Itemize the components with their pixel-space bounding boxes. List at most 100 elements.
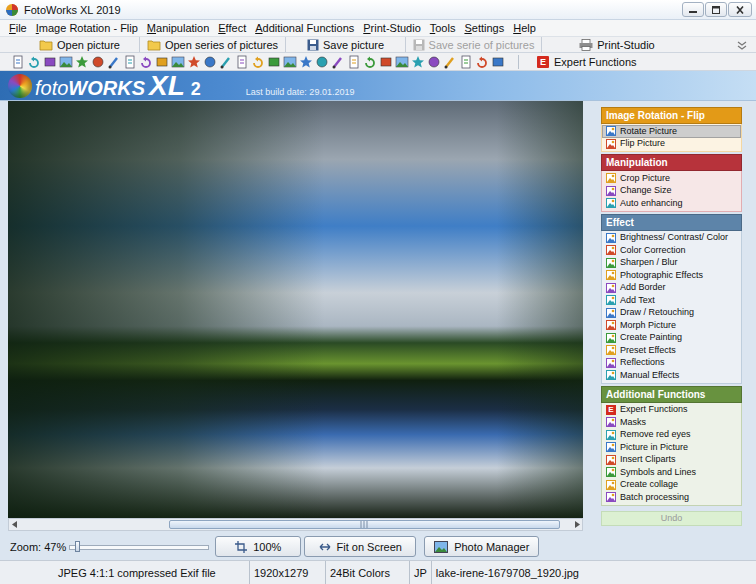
menu-item[interactable]: Effect (215, 21, 249, 35)
section-items: Crop PictureChange SizeAuto enhancing (601, 171, 742, 212)
expert-functions-button[interactable]: EExpert Functions (537, 56, 637, 68)
function-icon (606, 198, 616, 208)
tool-button[interactable] (170, 54, 186, 70)
panel-item[interactable]: Crop Picture (602, 172, 741, 185)
tool-button[interactable] (298, 54, 314, 70)
rect-tool-icon (43, 55, 57, 69)
panel-item[interactable]: Batch processing (602, 491, 741, 504)
view-button[interactable]: Fit on Screen (304, 536, 416, 557)
section-header[interactable]: Manipulation (601, 154, 742, 171)
close-button[interactable] (728, 2, 752, 17)
tool-button[interactable] (474, 54, 490, 70)
panel-item[interactable]: Photographic Effects (602, 269, 741, 282)
view-button[interactable]: 100% (215, 536, 301, 557)
zoom-thumb[interactable] (75, 541, 80, 552)
tool-button[interactable] (138, 54, 154, 70)
tool-button[interactable] (106, 54, 122, 70)
tool-button[interactable] (490, 54, 506, 70)
menu-item[interactable]: Additional Functions (252, 21, 357, 35)
panel-item[interactable]: Reflections (602, 357, 741, 370)
quick-button[interactable]: Open picture (20, 37, 140, 52)
tool-button[interactable] (90, 54, 106, 70)
status-field: JP (410, 561, 432, 584)
scroll-thumb[interactable] (169, 520, 560, 529)
menu-item[interactable]: Image Rotation - Flip (33, 21, 141, 35)
panel-item[interactable]: Create collage (602, 479, 741, 492)
section-header[interactable]: Additional Functions (601, 386, 742, 403)
tool-button[interactable] (218, 54, 234, 70)
tool-button[interactable] (426, 54, 442, 70)
maximize-button[interactable] (705, 2, 727, 17)
tool-button[interactable] (58, 54, 74, 70)
tool-button[interactable] (186, 54, 202, 70)
menu-item[interactable]: Print-Studio (360, 21, 423, 35)
tool-button[interactable] (202, 54, 218, 70)
function-icon (606, 233, 616, 243)
quick-button[interactable]: Save picture (286, 37, 406, 52)
panel-item[interactable]: Draw / Retouching (602, 307, 741, 320)
tool-button[interactable] (266, 54, 282, 70)
tool-button[interactable] (330, 54, 346, 70)
zoom-slider[interactable] (69, 540, 209, 554)
tool-button[interactable] (26, 54, 42, 70)
tool-button[interactable] (42, 54, 58, 70)
menu-item[interactable]: File (6, 21, 30, 35)
tool-button[interactable] (10, 54, 26, 70)
tool-button[interactable] (154, 54, 170, 70)
tool-button[interactable] (394, 54, 410, 70)
circle-tool-icon (427, 55, 441, 69)
quick-button[interactable]: Save serie of pictures (406, 37, 542, 52)
panel-item[interactable]: Manual Effects (602, 369, 741, 382)
tool-button[interactable] (346, 54, 362, 70)
panel-item[interactable]: Picture in Picture (602, 441, 741, 454)
menu-item[interactable]: Settings (461, 21, 507, 35)
function-icon (606, 345, 616, 355)
logo: fotoWORKSXL2 (8, 72, 201, 100)
undo-button[interactable]: Undo (601, 511, 742, 526)
tool-button[interactable] (122, 54, 138, 70)
tool-button[interactable] (282, 54, 298, 70)
collapse-chevron-icon[interactable] (736, 40, 748, 50)
tool-button[interactable] (442, 54, 458, 70)
tool-button[interactable] (250, 54, 266, 70)
minimize-button[interactable] (682, 2, 704, 17)
quick-button[interactable]: Open series of pictures (140, 37, 286, 52)
tool-button[interactable] (74, 54, 90, 70)
panel-item[interactable]: Sharpen / Blur (602, 257, 741, 270)
scroll-right-button[interactable] (571, 519, 582, 530)
panel-item-label: Masks (620, 417, 646, 428)
section-header[interactable]: Effect (601, 214, 742, 231)
panel-item[interactable]: Add Border (602, 282, 741, 295)
scroll-left-button[interactable] (9, 519, 20, 530)
tool-button[interactable] (378, 54, 394, 70)
folder-icon (147, 39, 161, 51)
panel-item[interactable]: Brightness/ Contrast/ Color (602, 232, 741, 245)
section-header[interactable]: Image Rotation - Flip (601, 107, 742, 124)
view-button[interactable]: Photo Manager (424, 536, 539, 557)
panel-item[interactable]: Symbols and Lines (602, 466, 741, 479)
zoom-label: Zoom: 47% (10, 541, 66, 553)
menu-item[interactable]: Tools (427, 21, 459, 35)
menu-item[interactable]: Manipulation (144, 21, 212, 35)
tool-button[interactable] (362, 54, 378, 70)
panel-item[interactable]: Flip Picture (602, 138, 741, 151)
tool-button[interactable] (314, 54, 330, 70)
panel-item[interactable]: Masks (602, 416, 741, 429)
panel-item[interactable]: EExpert Functions (602, 404, 741, 417)
panel-item-label: Manual Effects (620, 370, 679, 381)
tool-button[interactable] (234, 54, 250, 70)
panel-item[interactable]: Create Painting (602, 332, 741, 345)
quick-button[interactable]: Print-Studio (542, 37, 692, 52)
panel-item[interactable]: Add Text (602, 294, 741, 307)
tool-button[interactable] (410, 54, 426, 70)
panel-item[interactable]: Insert Cliparts (602, 454, 741, 467)
menu-item[interactable]: Help (510, 21, 539, 35)
panel-item[interactable]: Remove red eyes (602, 429, 741, 442)
panel-item[interactable]: Auto enhancing (602, 197, 741, 210)
panel-item[interactable]: Morph Picture (602, 319, 741, 332)
tool-button[interactable] (458, 54, 474, 70)
panel-item[interactable]: Preset Effects (602, 344, 741, 357)
panel-item[interactable]: Change Size (602, 185, 741, 198)
panel-item[interactable]: Rotate Picture (602, 125, 741, 138)
panel-item[interactable]: Color Correction (602, 244, 741, 257)
